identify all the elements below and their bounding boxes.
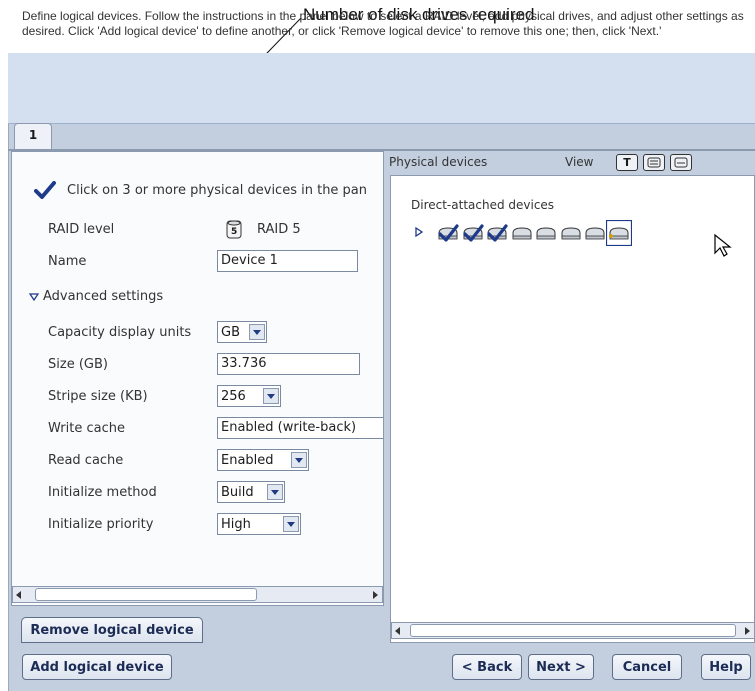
scroll-right-arrow-icon[interactable] <box>745 627 750 635</box>
physical-disk-3-icon[interactable] <box>485 222 509 244</box>
write-cache-dropdown[interactable]: Enabled (write-back) <box>217 417 383 439</box>
instructions-text: Define logical devices. Follow the instr… <box>22 9 744 38</box>
add-logical-device-button[interactable]: Add logical device <box>22 654 172 680</box>
size-label: Size (GB) <box>48 357 108 372</box>
expand-right-triangle-icon[interactable] <box>415 227 423 237</box>
capacity-units-dropdown[interactable]: GB <box>217 321 267 343</box>
scroll-left-arrow-icon[interactable] <box>16 591 21 599</box>
init-priority-dropdown[interactable]: High <box>217 513 301 535</box>
physical-disk-1-icon[interactable] <box>436 222 460 244</box>
checkmark-icon <box>34 181 56 199</box>
chevron-down-icon[interactable] <box>267 484 283 500</box>
logical-device-settings-panel <box>11 151 384 606</box>
details-view-icon[interactable] <box>670 154 692 171</box>
physical-disk-4-icon[interactable] <box>510 222 534 244</box>
expand-triangle-icon[interactable] <box>29 293 39 301</box>
right-horizontal-scrollbar[interactable] <box>391 622 755 639</box>
advanced-settings-toggle[interactable]: Advanced settings <box>43 289 163 304</box>
physical-disk-8-icon[interactable] <box>605 220 632 246</box>
selection-hint: Click on 3 or more physical devices in t… <box>67 183 368 198</box>
cancel-button[interactable]: Cancel <box>612 654 682 680</box>
list-view-icon[interactable] <box>643 154 665 171</box>
stripe-size-dropdown[interactable]: 256 <box>217 385 281 407</box>
physical-disk-5-icon[interactable] <box>534 222 558 244</box>
stripe-size-value: 256 <box>221 388 246 404</box>
back-button[interactable]: < Back <box>452 654 522 680</box>
physical-devices-header: Physical devices <box>389 155 488 169</box>
raid-level-label: RAID level <box>48 222 115 237</box>
physical-disk-6-icon[interactable] <box>559 222 583 244</box>
left-scroll-thumb[interactable] <box>35 588 257 601</box>
name-label: Name <box>48 254 87 269</box>
chevron-down-icon[interactable] <box>291 452 307 468</box>
right-scroll-thumb[interactable] <box>410 624 736 637</box>
write-cache-label: Write cache <box>48 421 125 436</box>
next-button[interactable]: Next > <box>528 654 594 680</box>
size-field[interactable]: 33.736 <box>217 353 360 375</box>
scroll-right-arrow-icon[interactable] <box>373 591 378 599</box>
init-method-label: Initialize method <box>48 485 157 500</box>
instructions-panel <box>8 53 755 124</box>
chevron-down-icon[interactable] <box>263 388 279 404</box>
init-priority-label: Initialize priority <box>48 517 154 532</box>
mouse-cursor-icon <box>714 233 732 257</box>
init-priority-value: High <box>221 516 251 532</box>
physical-disk-7-icon[interactable] <box>583 222 607 244</box>
tab-device-1[interactable]: 1 <box>14 123 52 149</box>
text-view-icon[interactable]: T <box>616 154 638 171</box>
name-field[interactable]: Device 1 <box>217 250 358 272</box>
init-method-value: Build <box>221 484 254 500</box>
read-cache-label: Read cache <box>48 453 124 468</box>
direct-attached-label: Direct-attached devices <box>411 198 555 212</box>
stripe-size-label: Stripe size (KB) <box>48 389 148 404</box>
read-cache-value: Enabled <box>221 452 274 468</box>
physical-devices-panel <box>390 175 755 643</box>
capacity-units-label: Capacity display units <box>48 325 192 340</box>
read-cache-dropdown[interactable]: Enabled <box>217 449 309 471</box>
view-label: View <box>565 155 594 169</box>
remove-logical-device-button[interactable]: Remove logical device <box>21 617 203 643</box>
raid-level-value: RAID 5 <box>257 222 301 237</box>
physical-disk-2-icon[interactable] <box>461 222 485 244</box>
init-method-dropdown[interactable]: Build <box>217 481 285 503</box>
chevron-down-icon[interactable] <box>249 324 265 340</box>
scroll-left-arrow-icon[interactable] <box>395 627 400 635</box>
chevron-down-icon[interactable] <box>283 516 299 532</box>
raid-icon-digit: 5 <box>231 227 238 237</box>
help-button[interactable]: Help <box>701 654 751 680</box>
left-horizontal-scrollbar[interactable] <box>12 586 383 603</box>
capacity-units-value: GB <box>221 324 240 340</box>
